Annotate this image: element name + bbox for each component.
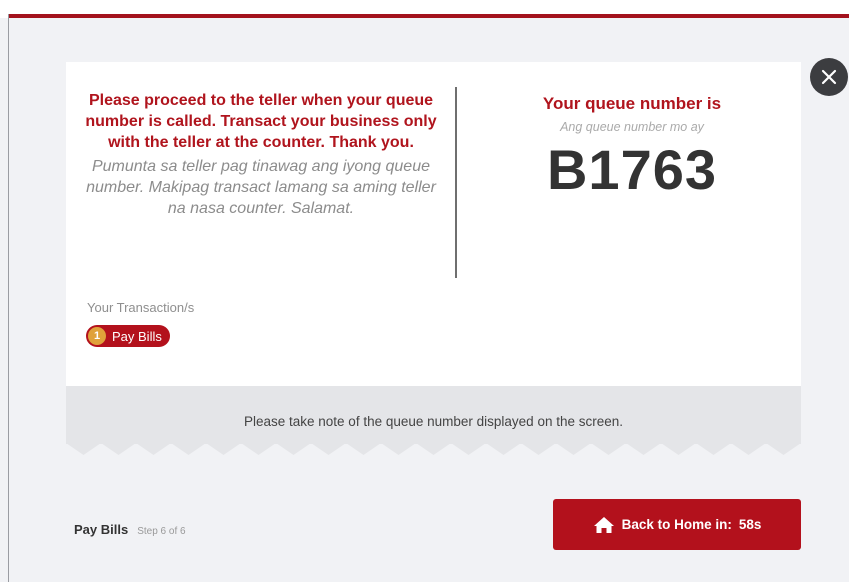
note-band: Please take note of the queue number dis…: [66, 386, 801, 444]
queue-title: Your queue number is: [542, 94, 722, 113]
window-frame-edge: [8, 14, 9, 582]
instructions-english: Please proceed to the teller when your q…: [85, 92, 437, 151]
step-title: Pay Bills: [74, 522, 129, 537]
vertical-divider: [455, 87, 457, 278]
transactions-label: Your Transaction/s: [87, 300, 195, 315]
queue-card: Please proceed to the teller when your q…: [66, 62, 801, 386]
back-to-home-button[interactable]: Back to Home in: 58s: [553, 499, 801, 550]
step-count: Step 6 of 6: [137, 526, 186, 537]
transaction-chip: 1 Pay Bills: [86, 325, 170, 347]
countdown-timer: 58s: [738, 517, 762, 532]
transaction-label: Pay Bills: [112, 328, 162, 344]
step-info: Pay Bills Step 6 of 6: [74, 522, 186, 537]
top-accent-bar: [0, 0, 849, 18]
zigzag-edge: [66, 443, 801, 455]
queue-panel: Your queue number is Ang queue number mo…: [476, 93, 788, 200]
instructions-panel: Please proceed to the teller when your q…: [78, 90, 444, 219]
close-icon: [821, 69, 837, 85]
close-button[interactable]: [810, 58, 848, 96]
back-to-home-label: Back to Home in:: [621, 517, 732, 532]
note-text: Please take note of the queue number dis…: [243, 414, 623, 429]
queue-subtitle: Ang queue number mo ay: [560, 120, 704, 134]
queue-number: B1763: [546, 138, 718, 201]
instructions-filipino: Pumunta sa teller pag tinawag ang iyong …: [86, 158, 436, 217]
home-icon: [593, 516, 614, 533]
transaction-count-badge: 1: [88, 327, 106, 345]
